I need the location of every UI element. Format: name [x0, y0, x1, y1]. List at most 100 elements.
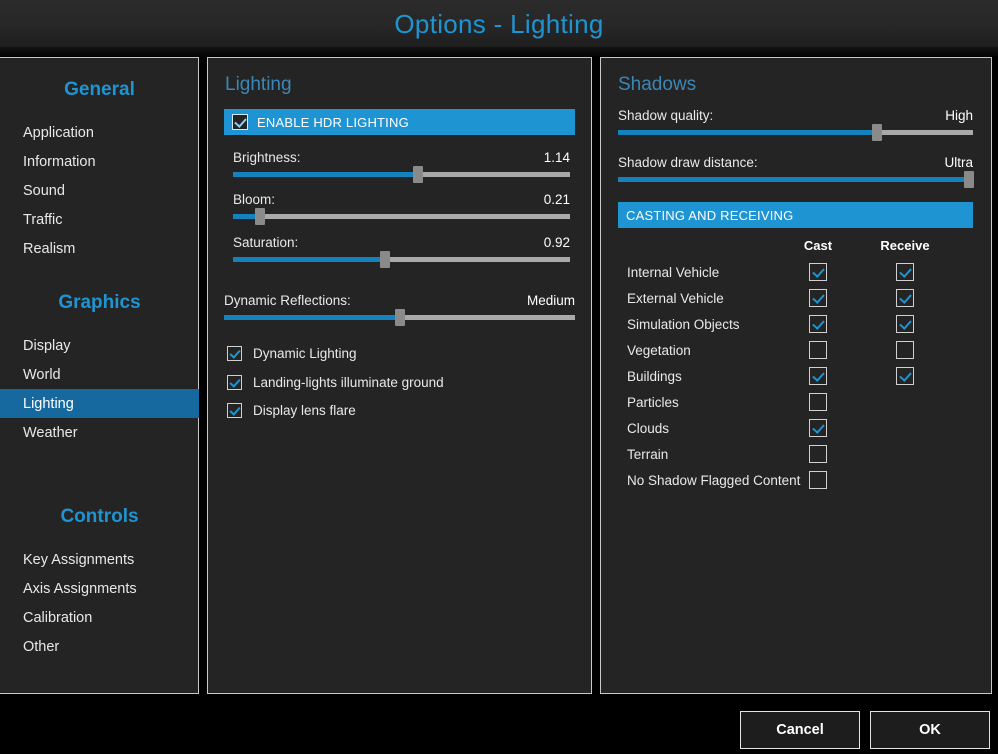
options-window: Options - Lighting General Application I… [0, 0, 998, 754]
receive-checkbox[interactable] [896, 367, 914, 385]
table-row: Particles [625, 391, 975, 417]
sidebar-item-key-assignments[interactable]: Key Assignments [0, 545, 199, 574]
row-label: No Shadow Flagged Content [627, 473, 801, 488]
lens-flare-checkbox-row[interactable]: Display lens flare [227, 403, 356, 418]
sidebar-item-information[interactable]: Information [0, 147, 199, 176]
sidebar-item-sound[interactable]: Sound [0, 176, 199, 205]
lighting-panel: Lighting ENABLE HDR LIGHTING Brightness:… [207, 57, 592, 694]
shadow-quality-slider-track[interactable] [618, 124, 973, 141]
sidebar-item-label: Traffic [23, 211, 63, 228]
sidebar-group-title-general: General [64, 79, 135, 100]
brightness-value: 1.14 [543, 150, 570, 165]
table-row: External Vehicle [625, 287, 975, 313]
sidebar-group-title-controls: Controls [60, 506, 139, 527]
table-row: Vegetation [625, 339, 975, 365]
sidebar-group-controls: Key Assignments Axis Assignments Calibra… [0, 545, 199, 661]
cast-checkbox[interactable] [809, 367, 827, 385]
table-row: No Shadow Flagged Content [625, 469, 975, 495]
shadow-draw-distance-slider-thumb[interactable] [964, 171, 975, 188]
bloom-label: Bloom: [233, 192, 276, 207]
shadow-quality-slider-fill [618, 130, 878, 135]
sidebar-item-application[interactable]: Application [0, 118, 199, 147]
lens-flare-label: Display lens flare [253, 403, 356, 418]
enable-hdr-lighting-toggle[interactable]: ENABLE HDR LIGHTING [224, 109, 575, 135]
sidebar-item-label: World [23, 366, 61, 383]
sidebar-item-realism[interactable]: Realism [0, 234, 199, 263]
sidebar-item-label: Other [23, 638, 60, 655]
brightness-slider-track[interactable] [233, 166, 570, 183]
checkbox-icon [232, 114, 248, 130]
cancel-button[interactable]: Cancel [740, 711, 860, 749]
bloom-value: 0.21 [543, 192, 570, 207]
row-label: Clouds [627, 421, 670, 436]
window-titlebar: Options - Lighting [0, 0, 998, 47]
bloom-slider-thumb[interactable] [254, 208, 265, 225]
lighting-panel-heading: Lighting [225, 74, 292, 95]
shadows-panel: Shadows Shadow quality: High Shadow draw… [600, 57, 992, 694]
page-title: Options - Lighting [394, 8, 604, 39]
row-label: Vegetation [627, 343, 691, 358]
brightness-label: Brightness: [233, 150, 301, 165]
table-row: Terrain [625, 443, 975, 469]
table-row: Clouds [625, 417, 975, 443]
dynamic-reflections-value: Medium [526, 293, 575, 308]
sidebar-group-title-graphics: Graphics [58, 292, 141, 313]
column-header-cast: Cast [803, 238, 833, 253]
shadow-draw-distance-value: Ultra [944, 155, 973, 170]
sidebar-group-graphics: Display World Lighting Weather [0, 331, 199, 447]
saturation-slider-thumb[interactable] [379, 251, 390, 268]
row-label: Simulation Objects [627, 317, 740, 332]
cast-checkbox[interactable] [809, 315, 827, 333]
bloom-slider-track[interactable] [233, 208, 570, 225]
shadow-draw-distance-slider-track[interactable] [618, 171, 975, 188]
saturation-label: Saturation: [233, 235, 299, 250]
ok-button[interactable]: OK [870, 711, 990, 749]
shadow-casting-table: Cast Receive Internal Vehicle External V… [625, 239, 975, 495]
sidebar-item-traffic[interactable]: Traffic [0, 205, 199, 234]
table-header-row: Cast Receive [625, 239, 975, 261]
cast-checkbox[interactable] [809, 445, 827, 463]
receive-checkbox[interactable] [896, 263, 914, 281]
saturation-slider-fill [233, 257, 385, 262]
sidebar-item-world[interactable]: World [0, 360, 199, 389]
saturation-value: 0.92 [543, 235, 570, 250]
shadow-quality-label: Shadow quality: [618, 108, 714, 123]
landing-lights-checkbox-row[interactable]: Landing-lights illuminate ground [227, 375, 444, 390]
casting-and-receiving-label: CASTING AND RECEIVING [626, 207, 794, 223]
sidebar-item-label: Key Assignments [23, 551, 135, 568]
row-label: External Vehicle [627, 291, 724, 306]
checkbox-icon [227, 346, 242, 361]
shadows-panel-heading: Shadows [618, 74, 697, 95]
dynamic-lighting-checkbox-row[interactable]: Dynamic Lighting [227, 346, 357, 361]
cast-checkbox[interactable] [809, 289, 827, 307]
cast-checkbox[interactable] [809, 393, 827, 411]
checkbox-icon [227, 375, 242, 390]
saturation-slider-track[interactable] [233, 251, 570, 268]
sidebar-item-other[interactable]: Other [0, 632, 199, 661]
row-label: Terrain [627, 447, 669, 462]
sidebar-item-axis-assignments[interactable]: Axis Assignments [0, 574, 199, 603]
receive-checkbox[interactable] [896, 289, 914, 307]
row-label: Buildings [627, 369, 682, 384]
cast-checkbox[interactable] [809, 419, 827, 437]
enable-hdr-lighting-label: ENABLE HDR LIGHTING [257, 114, 409, 130]
dynamic-reflections-slider-track[interactable] [224, 309, 575, 326]
sidebar-item-weather[interactable]: Weather [0, 418, 199, 447]
brightness-slider-fill [233, 172, 419, 177]
sidebar-item-label: Weather [23, 424, 78, 441]
dynamic-reflections-slider-thumb[interactable] [394, 309, 405, 326]
sidebar-item-calibration[interactable]: Calibration [0, 603, 199, 632]
cast-checkbox[interactable] [809, 471, 827, 489]
receive-checkbox[interactable] [896, 315, 914, 333]
sidebar-item-label: Sound [23, 182, 65, 199]
sidebar-item-display[interactable]: Display [0, 331, 199, 360]
sidebar-group-general: Application Information Sound Traffic Re… [0, 118, 199, 263]
cast-checkbox[interactable] [809, 263, 827, 281]
row-label: Particles [627, 395, 679, 410]
receive-checkbox[interactable] [896, 341, 914, 359]
cast-checkbox[interactable] [809, 341, 827, 359]
dynamic-reflections-slider-fill [224, 315, 400, 320]
sidebar-item-lighting[interactable]: Lighting [0, 389, 199, 418]
shadow-quality-slider-thumb[interactable] [872, 124, 883, 141]
brightness-slider-thumb[interactable] [413, 166, 424, 183]
